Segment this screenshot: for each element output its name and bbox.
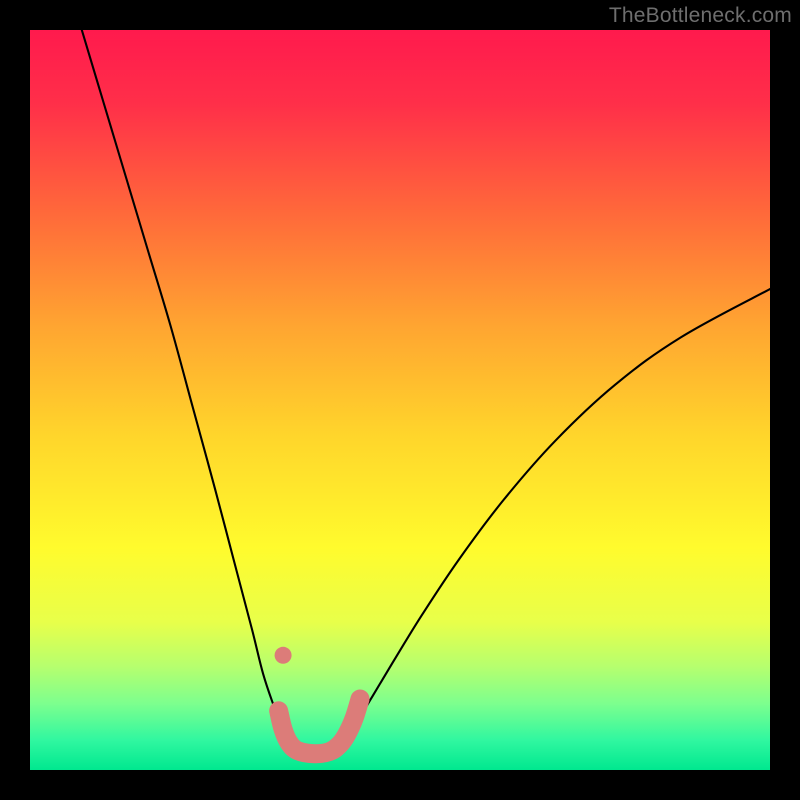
gradient-background xyxy=(30,30,770,770)
chart-plot-area xyxy=(30,30,770,770)
watermark-text: TheBottleneck.com xyxy=(609,4,792,28)
bottleneck-curve-chart xyxy=(30,30,770,770)
highlight-dot xyxy=(275,647,292,664)
